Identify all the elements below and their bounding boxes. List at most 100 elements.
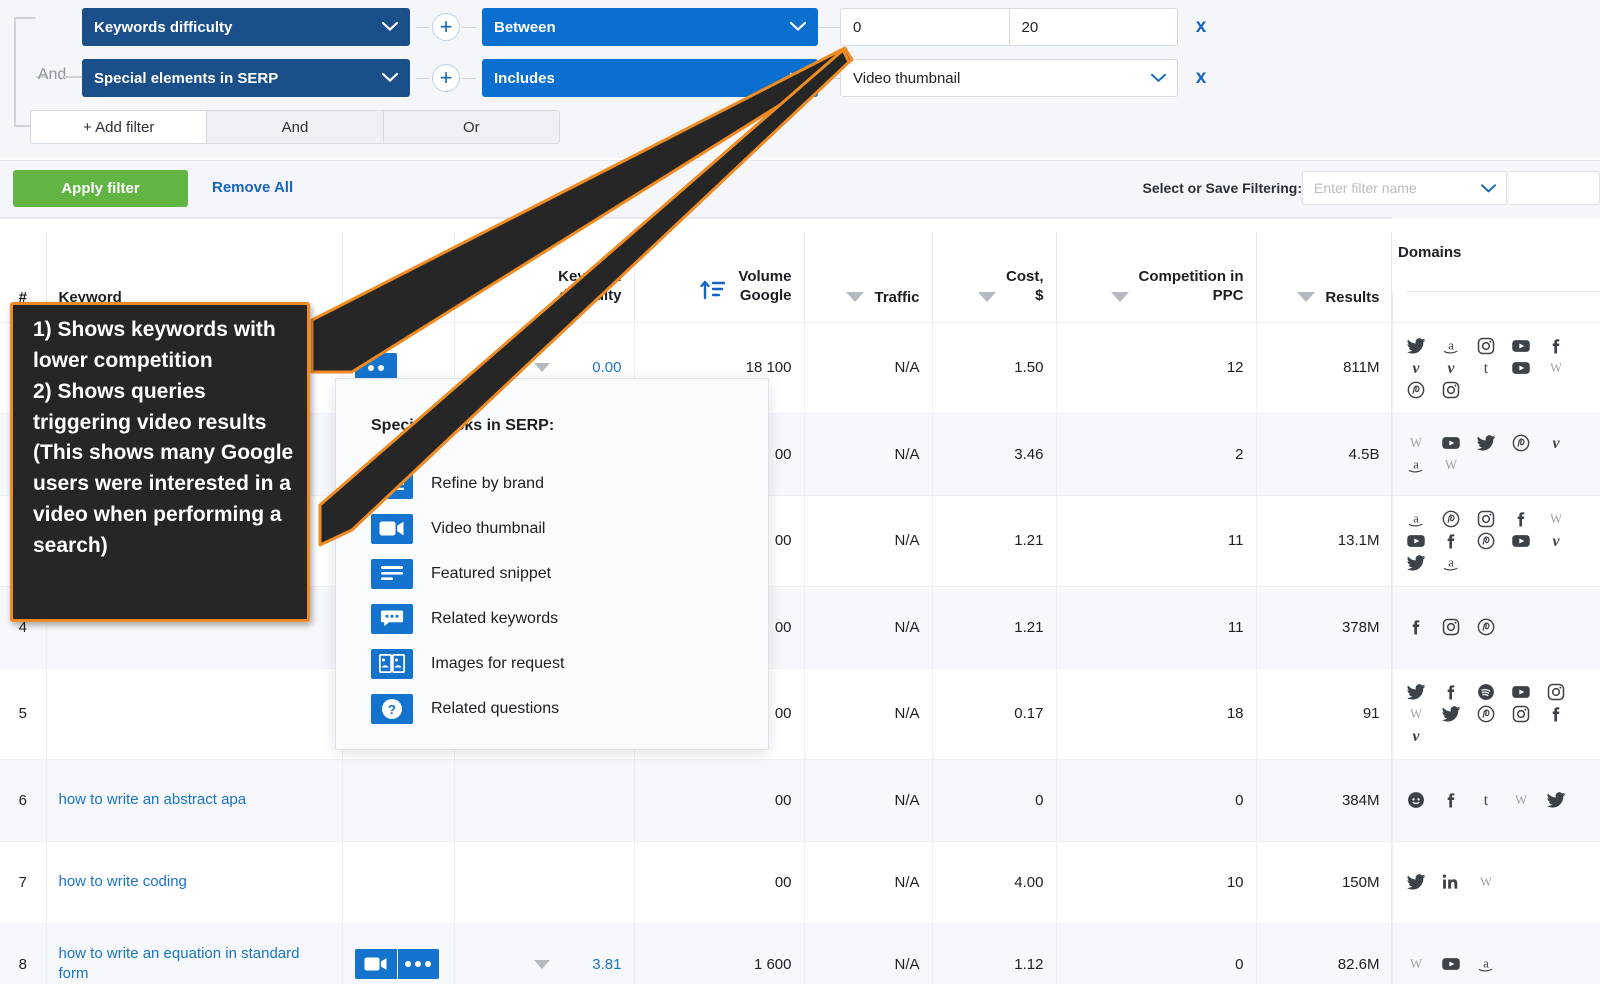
sort-descending-icon[interactable] xyxy=(978,291,996,302)
domain-icon-youtube[interactable] xyxy=(1510,357,1532,379)
plus-icon-2[interactable]: + xyxy=(432,64,460,92)
domain-icon-pinterest[interactable] xyxy=(1475,530,1497,552)
domain-icon-wikipedia[interactable]: W xyxy=(1545,508,1567,530)
filter-value-select-2[interactable]: Video thumbnail xyxy=(840,59,1178,97)
special-block-item[interactable]: Related keywords xyxy=(371,596,741,641)
domain-icon-instagram[interactable] xyxy=(1440,379,1462,401)
special-block-item[interactable]: Images for request xyxy=(371,641,741,686)
domain-icon-amazon[interactable]: a xyxy=(1440,335,1462,357)
domain-icon-youtube[interactable] xyxy=(1510,530,1532,552)
domain-icon-vimeo[interactable]: v xyxy=(1405,725,1427,747)
keyword-link[interactable]: how to write an equation in standard for… xyxy=(59,945,300,982)
domain-icon-facebook[interactable] xyxy=(1545,335,1567,357)
save-filter-button[interactable] xyxy=(1510,171,1600,205)
domain-icon-wikipedia[interactable]: W xyxy=(1405,953,1427,975)
domain-icon-youtube[interactable] xyxy=(1440,953,1462,975)
domain-icon-facebook[interactable] xyxy=(1440,530,1462,552)
domain-icon-tumblr[interactable]: t xyxy=(1475,789,1497,811)
sort-descending-icon[interactable] xyxy=(1297,291,1316,302)
domain-icon-twitter[interactable] xyxy=(1405,871,1427,893)
domain-icon-facebook[interactable] xyxy=(1405,616,1427,638)
header-traffic[interactable]: Traffic xyxy=(804,232,933,322)
domain-icon-wikipedia[interactable]: W xyxy=(1440,454,1462,476)
filter-name-input[interactable]: Enter filter name xyxy=(1302,171,1507,205)
header-volume[interactable]: Volume Google xyxy=(634,232,805,322)
domain-icon-instagram[interactable] xyxy=(1440,616,1462,638)
keyword-link[interactable]: how to write an abstract apa xyxy=(59,791,247,808)
domain-icon-spotify[interactable] xyxy=(1475,681,1497,703)
header-results[interactable]: Results xyxy=(1256,232,1393,322)
domain-icon-amazon[interactable]: a xyxy=(1405,508,1427,530)
plus-icon-1[interactable]: + xyxy=(432,13,460,41)
add-filter-button[interactable]: + Add filter xyxy=(30,110,208,144)
domain-icon-vimeo[interactable]: v xyxy=(1545,530,1567,552)
domain-icon-instagram[interactable] xyxy=(1545,681,1567,703)
domain-icon-tumblr[interactable]: t xyxy=(1475,357,1497,379)
and-button[interactable]: And xyxy=(207,110,384,144)
domain-icon-youtube[interactable] xyxy=(1440,432,1462,454)
domain-icon-pinterest[interactable] xyxy=(1405,379,1427,401)
domain-icon-wikipedia[interactable]: W xyxy=(1475,871,1497,893)
domain-icon-instagram[interactable] xyxy=(1510,703,1532,725)
filter-operator-select-1[interactable]: Between xyxy=(482,8,818,46)
header-keyword-difficulty[interactable]: Keyword difficulty xyxy=(454,232,635,322)
domain-icon-facebook[interactable] xyxy=(1440,681,1462,703)
domain-icon-amazon[interactable]: a xyxy=(1405,454,1427,476)
domain-icon-pinterest[interactable] xyxy=(1510,432,1532,454)
video-thumbnail-badge[interactable] xyxy=(354,949,397,979)
special-block-item[interactable]: ? Related questions xyxy=(371,686,741,731)
domain-icon-wikipedia[interactable]: W xyxy=(1405,432,1427,454)
domain-icon-twitter[interactable] xyxy=(1545,789,1567,811)
cost-cell: 1.12 xyxy=(932,922,1057,984)
domain-icon-youtube[interactable] xyxy=(1510,681,1532,703)
domain-icon-twitter[interactable] xyxy=(1405,552,1427,574)
domain-icon-instagram[interactable] xyxy=(1475,508,1497,530)
domain-icon-vimeo[interactable]: v xyxy=(1440,357,1462,379)
header-competition[interactable]: Competition in PPC xyxy=(1056,232,1257,322)
filter-field-select-2[interactable]: Special elements in SERP xyxy=(82,59,410,97)
special-block-item[interactable]: Video thumbnail xyxy=(371,506,741,551)
domain-icon-twitter[interactable] xyxy=(1405,681,1427,703)
remove-all-button[interactable]: Remove All xyxy=(212,179,293,196)
domain-icon-vimeo[interactable]: v xyxy=(1405,357,1427,379)
or-button[interactable]: Or xyxy=(383,110,560,144)
special-block-label: Related keywords xyxy=(431,609,559,627)
sort-descending-icon[interactable] xyxy=(846,291,865,302)
filter-field-select-1[interactable]: Keywords difficulty xyxy=(82,8,410,46)
domain-icon-vimeo[interactable]: v xyxy=(1545,432,1567,454)
table-row: 5 00 N/A 0.17 18 91 Wv xyxy=(0,667,1600,759)
domain-icon-youtube[interactable] xyxy=(1510,335,1532,357)
filter-max-input[interactable] xyxy=(1009,9,1177,45)
domain-icon-wikipedia[interactable]: W xyxy=(1545,357,1567,379)
apply-filter-button[interactable]: Apply filter xyxy=(13,170,188,207)
domain-icon-twitter[interactable] xyxy=(1405,335,1427,357)
domain-icon-facebook[interactable] xyxy=(1510,508,1532,530)
domain-icon-reddit[interactable] xyxy=(1405,789,1427,811)
special-block-item[interactable]: Refine by brand xyxy=(371,461,741,506)
domain-icon-twitter[interactable] xyxy=(1440,703,1462,725)
sort-descending-icon[interactable] xyxy=(1110,291,1129,302)
remove-filter-row-1[interactable]: x xyxy=(1186,8,1216,46)
domain-icon-pinterest[interactable] xyxy=(1475,616,1497,638)
domain-icon-wikipedia[interactable]: W xyxy=(1405,703,1427,725)
domain-icon-amazon[interactable]: a xyxy=(1440,552,1462,574)
domain-icon-wikipedia[interactable]: W xyxy=(1510,789,1532,811)
domain-icon-youtube[interactable] xyxy=(1405,530,1427,552)
domain-icon-linkedin[interactable] xyxy=(1440,871,1462,893)
domain-icon-facebook[interactable] xyxy=(1545,703,1567,725)
domain-icon-amazon[interactable]: a xyxy=(1475,953,1497,975)
special-block-item[interactable]: Featured snippet xyxy=(371,551,741,596)
domain-icon-instagram[interactable] xyxy=(1475,335,1497,357)
domain-icon-facebook[interactable] xyxy=(1440,789,1462,811)
filter-min-input[interactable] xyxy=(841,9,1009,45)
domain-icon-pinterest[interactable] xyxy=(1475,703,1497,725)
header-cost[interactable]: Cost, $ xyxy=(932,232,1057,322)
sort-ascending-icon[interactable] xyxy=(700,278,728,304)
more-options-badge[interactable] xyxy=(396,949,439,979)
remove-filter-row-2[interactable]: x xyxy=(1186,59,1216,97)
domain-icon-pinterest[interactable] xyxy=(1440,508,1462,530)
filter-operator-select-2[interactable]: Includes xyxy=(482,59,818,97)
domain-icon-twitter[interactable] xyxy=(1475,432,1497,454)
domains-cell xyxy=(1392,585,1600,668)
keyword-link[interactable]: how to write coding xyxy=(59,873,187,890)
